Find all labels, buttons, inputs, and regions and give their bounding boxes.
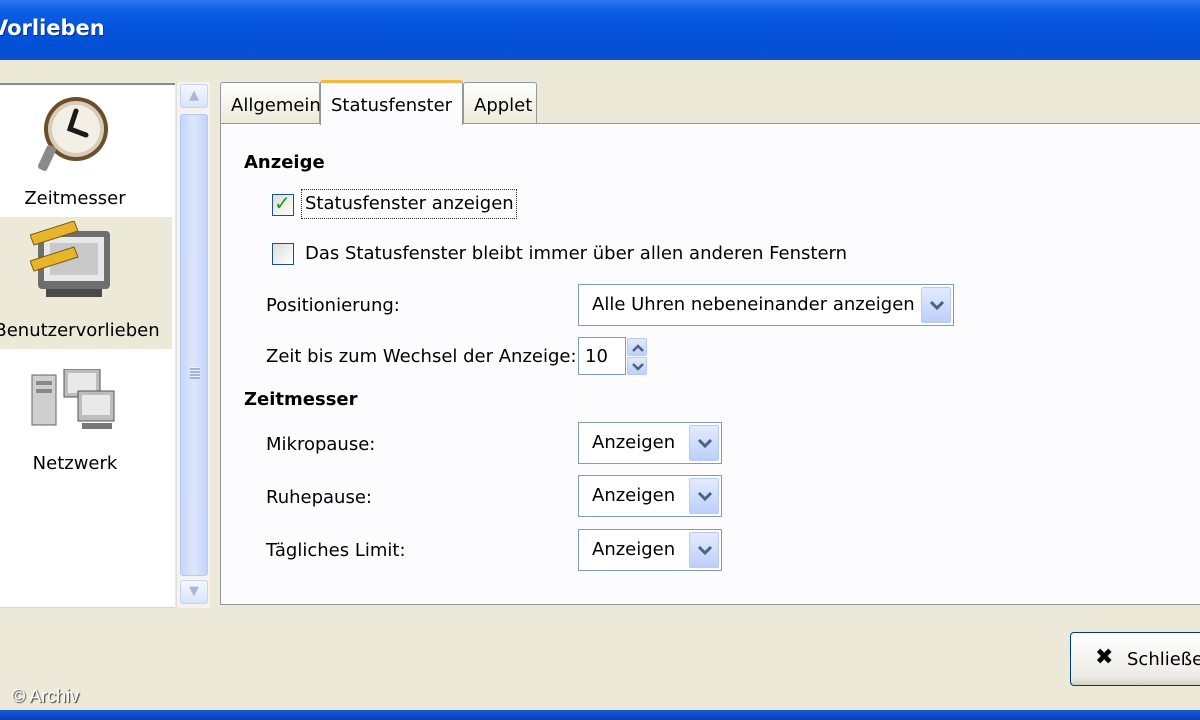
always-on-top-label[interactable]: Das Statusfenster bleibt immer über alle…	[305, 243, 847, 264]
sidebar-item-label: Benutzervorlieben	[0, 320, 160, 341]
daily-limit-value: Anzeigen	[592, 539, 676, 560]
network-computers-icon	[31, 369, 115, 429]
sidebar-item-label: Zeitmesser	[24, 188, 126, 209]
switch-time-input[interactable]: 10	[578, 337, 626, 375]
clock-icon	[37, 97, 108, 171]
sidebar-item-label: Netzwerk	[32, 453, 118, 474]
chevron-down-icon[interactable]	[689, 425, 719, 461]
tab-applet[interactable]: Applet	[463, 82, 537, 124]
switch-time-label: Zeit bis zum Wechsel der Anzeige:	[266, 346, 577, 367]
close-button-label: Schließen	[1127, 649, 1200, 670]
section-title-anzeige: Anzeige	[244, 152, 325, 173]
close-icon: ✖	[1095, 645, 1114, 670]
scroll-down-button[interactable]: ▼	[180, 580, 208, 604]
category-list-scrollbar[interactable]: ▲ ▼	[176, 82, 210, 608]
restbreak-select[interactable]: Anzeigen	[578, 475, 722, 517]
tab-allgemein[interactable]: Allgemein	[220, 82, 321, 124]
chevron-down-icon[interactable]	[689, 532, 719, 568]
sidebar-item-netzwerk[interactable]: Netzwerk	[0, 349, 172, 481]
category-list: Zeitmesser Benutzervorlieben Netzwerk	[0, 83, 175, 608]
statusfenster-panel: Anzeige ✓ Statusfenster anzeigen Das Sta…	[220, 123, 1200, 605]
title-bar: Vorlieben	[0, 0, 1200, 60]
sidebar-item-zeitmesser[interactable]: Zeitmesser	[0, 85, 172, 217]
restbreak-value: Anzeigen	[592, 485, 676, 506]
sidebar-item-benutzervorlieben[interactable]: Benutzervorlieben	[0, 217, 172, 349]
tab-label: Applet	[474, 95, 533, 116]
spin-up-button[interactable]	[627, 338, 647, 356]
micropause-value: Anzeigen	[592, 432, 676, 453]
chevron-down-icon[interactable]	[921, 287, 951, 323]
switch-time-value: 10	[585, 346, 608, 367]
tab-label: Statusfenster	[331, 95, 453, 116]
grip-icon	[190, 367, 200, 379]
tab-statusfenster[interactable]: Statusfenster	[320, 80, 463, 125]
scroll-thumb[interactable]	[180, 114, 208, 576]
daily-limit-label: Tägliches Limit:	[266, 540, 406, 561]
copyright-watermark: © Archiv	[12, 686, 80, 706]
section-title-zeitmesser: Zeitmesser	[244, 389, 358, 410]
window-title: Vorlieben	[0, 16, 105, 40]
monitor-ruler-icon	[30, 221, 110, 297]
checkmark-icon: ✓	[274, 191, 291, 215]
micropause-select[interactable]: Anzeigen	[578, 422, 722, 464]
positioning-select[interactable]: Alle Uhren nebeneinander anzeigen	[578, 284, 954, 326]
positioning-label: Positionierung:	[266, 295, 400, 316]
window-bottom-border	[0, 710, 1200, 720]
spin-down-button[interactable]	[627, 357, 647, 375]
daily-limit-select[interactable]: Anzeigen	[578, 529, 722, 571]
scroll-up-button[interactable]: ▲	[180, 84, 208, 108]
close-button[interactable]: ✖ Schließen	[1070, 632, 1200, 686]
show-status-window-checkbox[interactable]: ✓	[272, 191, 294, 216]
tab-label: Allgemein	[231, 95, 321, 116]
micropause-label: Mikropause:	[266, 434, 376, 455]
chevron-down-icon[interactable]	[689, 478, 719, 514]
show-status-window-label[interactable]: Statusfenster anzeigen	[305, 193, 514, 214]
positioning-value: Alle Uhren nebeneinander anzeigen	[592, 294, 915, 315]
always-on-top-checkbox[interactable]	[272, 243, 294, 265]
restbreak-label: Ruhepause:	[266, 487, 372, 508]
